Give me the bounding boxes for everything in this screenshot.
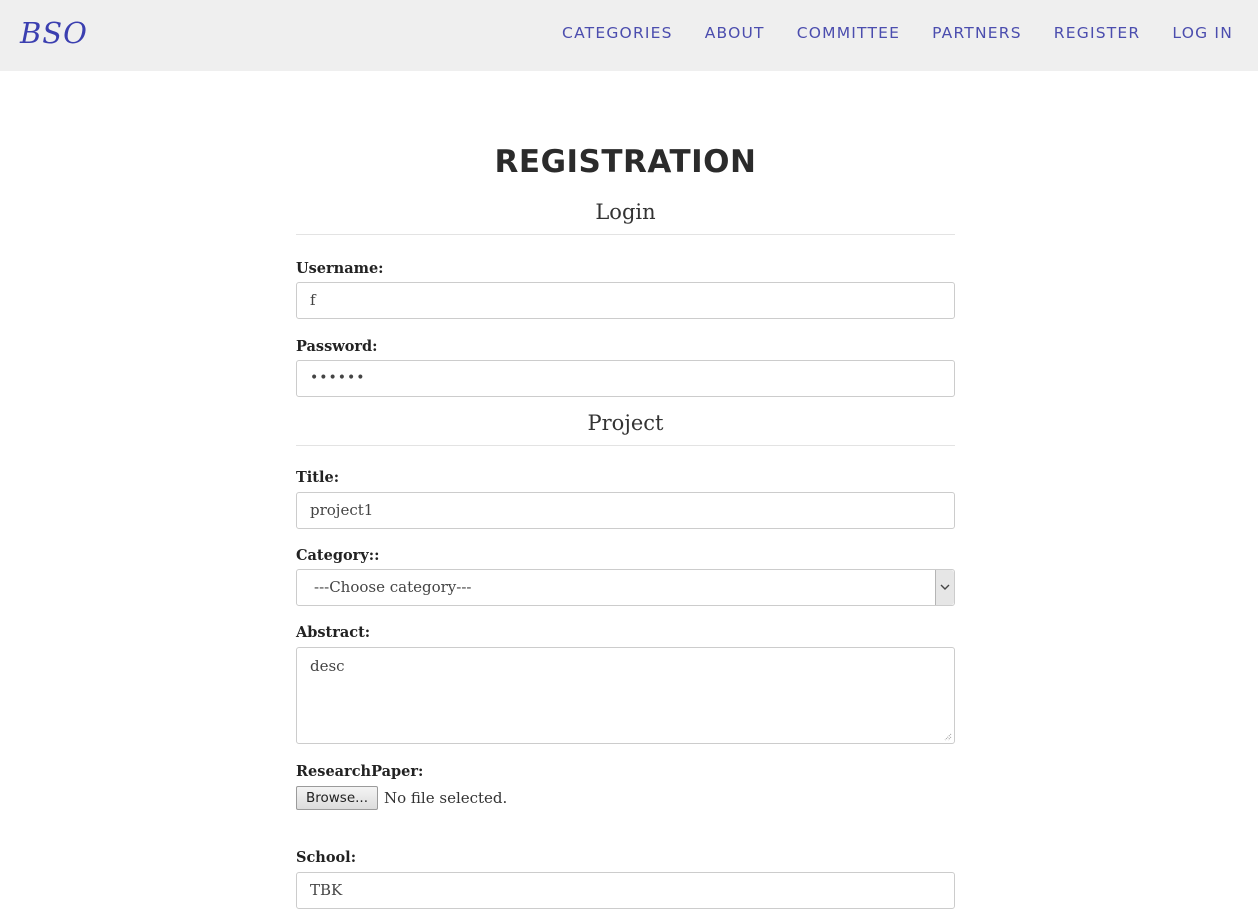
brand-logo[interactable]: BSO	[20, 16, 88, 50]
section-title-login: Login	[296, 194, 955, 235]
category-select[interactable]: ---Choose category---	[296, 569, 955, 606]
abstract-textarea[interactable]: desc	[296, 647, 955, 744]
abstract-label: Abstract:	[296, 624, 371, 641]
nav-link-committee[interactable]: COMMITTEE	[797, 24, 900, 42]
nav-link-register[interactable]: REGISTER	[1054, 24, 1141, 42]
page-title: REGISTRATION	[494, 144, 757, 180]
category-label: Category::	[296, 547, 380, 564]
category-selected-value: ---Choose category---	[314, 578, 472, 596]
username-input[interactable]: f	[296, 282, 955, 319]
research-paper-group: ResearchPaper: Browse... No file selecte…	[296, 763, 955, 810]
nav-link-login[interactable]: LOG IN	[1172, 24, 1233, 42]
nav-link-categories[interactable]: CATEGORIES	[562, 24, 673, 42]
password-group: Password: ••••••	[296, 338, 955, 397]
password-label: Password:	[296, 338, 378, 355]
nav-link-about[interactable]: ABOUT	[705, 24, 765, 42]
school-input[interactable]: TBK	[296, 872, 955, 909]
title-group: Title: project1	[296, 469, 955, 529]
registration-form: REGISTRATION Login Username: f Password:…	[296, 140, 955, 909]
username-label: Username:	[296, 260, 384, 277]
research-paper-label: ResearchPaper:	[296, 763, 424, 780]
file-upload: Browse... No file selected.	[296, 786, 955, 810]
abstract-text: desc	[310, 657, 345, 675]
username-group: Username: f	[296, 260, 955, 319]
abstract-group: Abstract: desc	[296, 624, 955, 744]
nav-links: CATEGORIES ABOUT COMMITTEE PARTNERS REGI…	[562, 24, 1233, 42]
chevron-down-icon[interactable]	[935, 570, 954, 605]
title-label: Title:	[296, 469, 340, 486]
top-navbar: BSO CATEGORIES ABOUT COMMITTEE PARTNERS …	[0, 0, 1258, 71]
file-status: No file selected.	[384, 789, 508, 807]
school-label: School:	[296, 849, 357, 866]
category-group: Category:: ---Choose category---	[296, 547, 955, 606]
password-input[interactable]: ••••••	[296, 360, 955, 397]
section-title-project: Project	[296, 405, 955, 446]
browse-button[interactable]: Browse...	[296, 786, 378, 810]
resize-grip-icon[interactable]	[943, 732, 952, 741]
nav-link-partners[interactable]: PARTNERS	[932, 24, 1022, 42]
school-group: School: TBK	[296, 849, 955, 909]
title-input[interactable]: project1	[296, 492, 955, 529]
